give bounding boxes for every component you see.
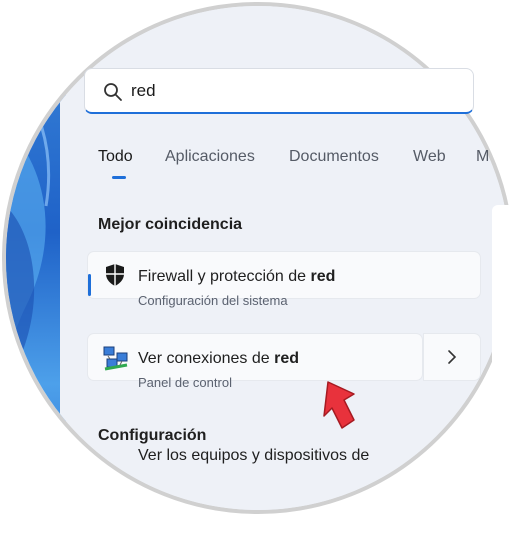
desktop-wallpaper [6,6,66,510]
settings-item-devices[interactable]: Ver los equipos y dispositivos de [138,447,369,465]
tab-aplicaciones[interactable]: Aplicaciones [165,148,255,166]
active-tab-indicator [112,176,126,179]
expand-button[interactable] [424,334,480,380]
pointer-arrow-icon [323,381,355,429]
tab-todo[interactable]: Todo [98,148,133,166]
result-network-subtitle: Panel de control [138,375,232,390]
search-box[interactable] [84,68,474,114]
chevron-right-icon [448,350,457,364]
tab-documentos[interactable]: Documentos [289,148,379,166]
shield-icon [106,264,124,286]
search-icon [104,83,122,101]
tab-web[interactable]: Web [413,148,446,166]
network-connections-icon [103,346,128,371]
settings-heading: Configuración [98,427,207,444]
tab-more[interactable]: M [476,148,489,166]
result-firewall-subtitle: Configuración del sistema [138,293,288,308]
result-firewall-title: Firewall y protección de red [138,268,336,285]
search-input[interactable] [131,79,431,103]
best-match-heading: Mejor coincidencia [98,216,243,233]
preview-pane [492,205,520,535]
selection-indicator [88,274,91,296]
result-network-title: Ver conexiones de red [138,350,299,367]
